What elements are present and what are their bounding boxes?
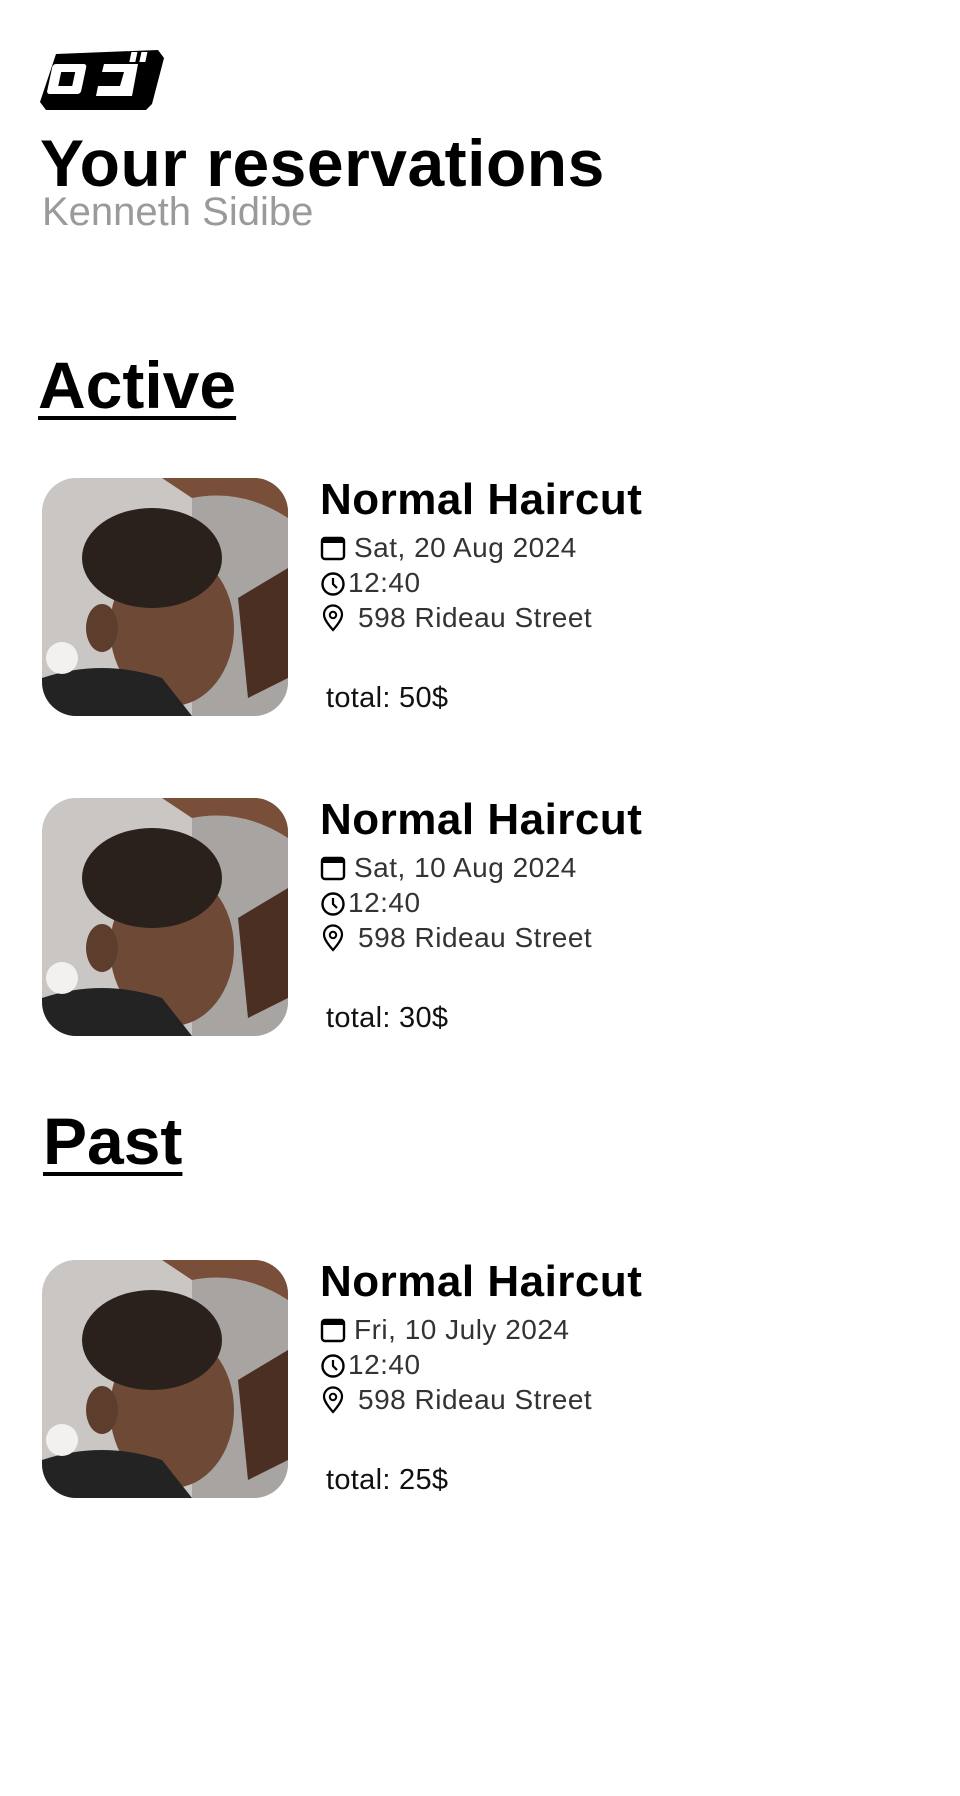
haircut-photo bbox=[42, 1260, 288, 1498]
haircut-photo bbox=[42, 798, 288, 1036]
date-text: Fri, 10 July 2024 bbox=[354, 1314, 570, 1345]
date-text: Sat, 20 Aug 2024 bbox=[354, 532, 577, 563]
reservation-total: total: 25$ bbox=[326, 1464, 449, 1496]
service-name: Normal Haircut bbox=[320, 475, 643, 524]
location-pin-icon bbox=[322, 1386, 344, 1414]
reservation-time: 12:40 bbox=[320, 1349, 421, 1381]
date-text: Sat, 10 Aug 2024 bbox=[354, 852, 577, 883]
address-text: 598 Rideau Street bbox=[358, 922, 593, 953]
reservation-card[interactable]: Normal Haircut Sat, 20 Aug 2024 12:40 59… bbox=[42, 475, 922, 718]
clock-icon bbox=[321, 1354, 345, 1378]
reservation-card[interactable]: Normal Haircut Sat, 10 Aug 2024 12:40 59… bbox=[42, 795, 922, 1038]
reservation-address: 598 Rideau Street bbox=[320, 602, 592, 634]
reservation-total: total: 30$ bbox=[326, 1002, 449, 1034]
calendar-icon bbox=[320, 1318, 346, 1343]
reservation-card[interactable]: Normal Haircut Fri, 10 July 2024 12:40 5… bbox=[42, 1257, 922, 1500]
user-name: Kenneth Sidibe bbox=[42, 190, 314, 234]
calendar-icon bbox=[320, 856, 346, 881]
reservation-time: 12:40 bbox=[320, 567, 421, 599]
reservation-date: Fri, 10 July 2024 bbox=[320, 1314, 570, 1346]
reservation-date: Sat, 20 Aug 2024 bbox=[320, 532, 577, 564]
address-text: 598 Rideau Street bbox=[358, 1384, 593, 1415]
reservation-address: 598 Rideau Street bbox=[320, 922, 592, 954]
location-pin-icon bbox=[322, 604, 344, 632]
haircut-photo bbox=[42, 478, 288, 716]
section-title-active: Active bbox=[38, 348, 237, 422]
time-text: 12:40 bbox=[348, 567, 421, 598]
logo bbox=[40, 40, 166, 112]
time-text: 12:40 bbox=[348, 1349, 421, 1380]
clock-icon bbox=[321, 572, 345, 596]
reservation-time: 12:40 bbox=[320, 887, 421, 919]
reservation-date: Sat, 10 Aug 2024 bbox=[320, 852, 577, 884]
section-title-past: Past bbox=[43, 1104, 183, 1178]
service-name: Normal Haircut bbox=[320, 1257, 643, 1306]
clock-icon bbox=[321, 892, 345, 916]
calendar-icon bbox=[320, 536, 346, 561]
service-name: Normal Haircut bbox=[320, 795, 643, 844]
time-text: 12:40 bbox=[348, 887, 421, 918]
address-text: 598 Rideau Street bbox=[358, 602, 593, 633]
reservation-address: 598 Rideau Street bbox=[320, 1384, 592, 1416]
location-pin-icon bbox=[322, 924, 344, 952]
reservation-total: total: 50$ bbox=[326, 682, 449, 714]
